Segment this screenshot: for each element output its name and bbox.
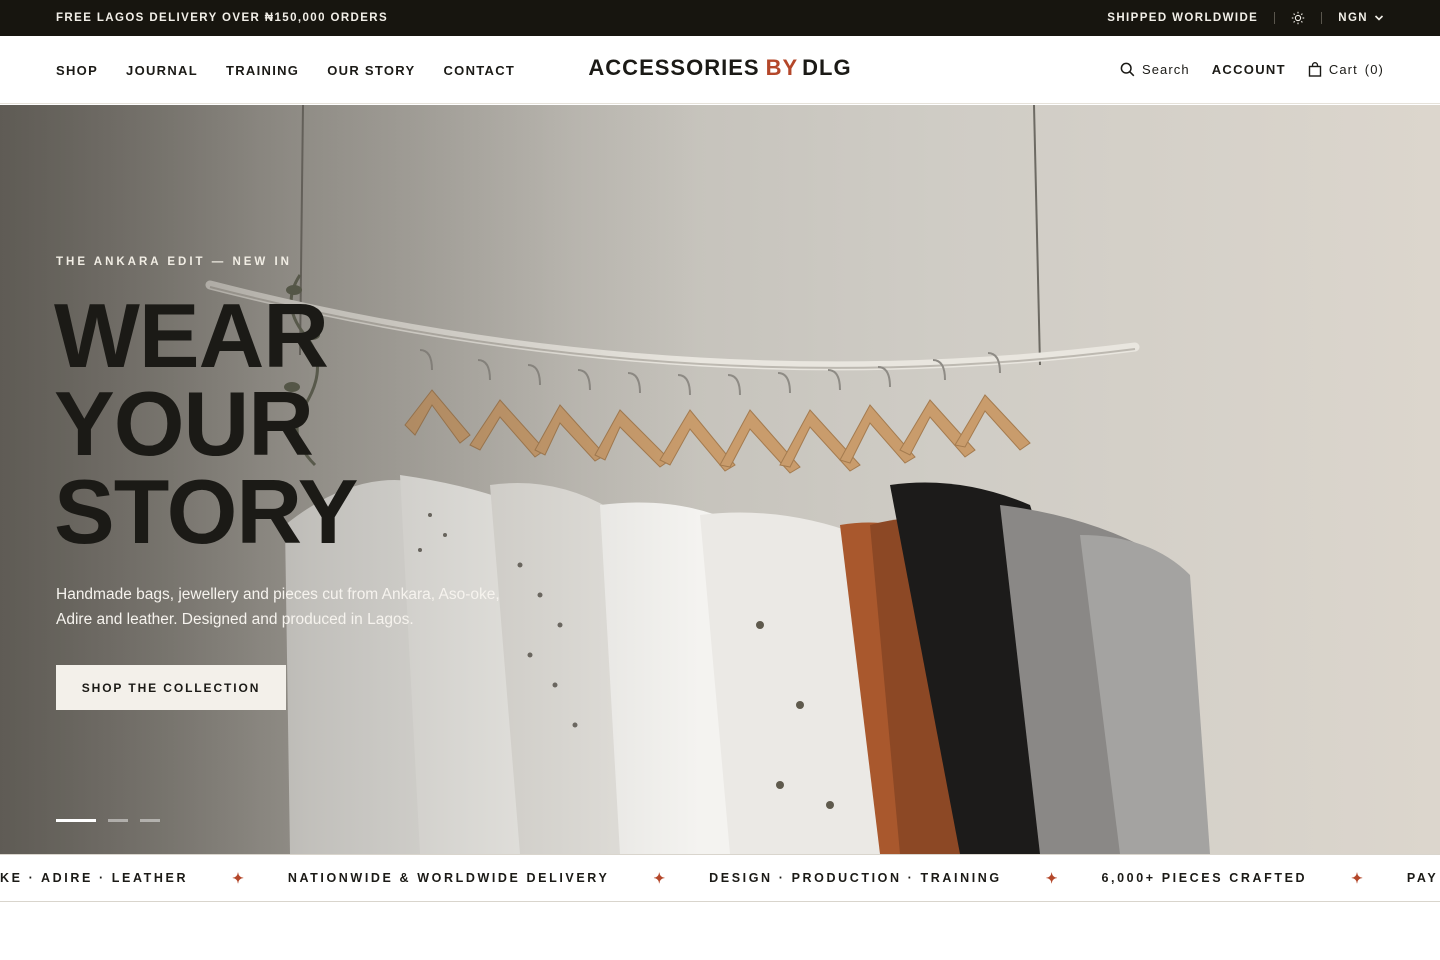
ticker-item: 6,000+ PIECES CRAFTED — [1101, 871, 1308, 885]
cart-label: Cart — [1328, 61, 1358, 77]
star-separator-icon: ✦ — [653, 869, 666, 886]
search-icon — [1120, 62, 1135, 76]
slider-dot-3[interactable] — [140, 819, 160, 822]
cart-button[interactable]: Cart (0) — [1308, 62, 1384, 77]
ticker-item: DESIGN · PRODUCTION · TRAINING — [709, 871, 1002, 885]
hero-subtitle: Handmade bags, jewellery and pieces cut … — [56, 586, 500, 628]
announcement-right: SHIPPED WORLDWIDE NGN — [1107, 11, 1384, 25]
slider-dot-1[interactable] — [56, 819, 96, 822]
currency-selector[interactable]: NGN — [1338, 12, 1384, 24]
nav-training[interactable]: TRAINING — [226, 63, 299, 78]
ticker-item: KE · ADIRE · LEATHER — [0, 871, 189, 885]
nav-shop[interactable]: SHOP — [56, 63, 98, 78]
announcement-bar: FREE LAGOS DELIVERY OVER ₦150,000 ORDERS… — [0, 0, 1440, 36]
logo-part-accessories: ACCESSORIES — [588, 55, 760, 80]
headline-line: WEAR — [54, 286, 329, 387]
hero-banner: THE ANKARA EDIT — NEW IN WEAR YOUR STORY… — [0, 105, 1440, 854]
cart-count: (0) — [1364, 61, 1384, 77]
bag-icon — [1308, 61, 1322, 77]
search-button[interactable]: Search — [1120, 62, 1190, 77]
headline-line: STORY — [54, 462, 358, 563]
slider-dot-2[interactable] — [108, 819, 128, 822]
divider — [1274, 12, 1276, 24]
search-label: Search — [1141, 61, 1190, 77]
shipping-text: SHIPPED WORLDWIDE — [1107, 12, 1259, 24]
hero-eyebrow: THE ANKARA EDIT — NEW IN — [56, 256, 292, 268]
ticker-item: NATIONWIDE & WORLDWIDE DELIVERY — [287, 871, 610, 885]
site-header: SHOP JOURNAL TRAINING OUR STORY CONTACT … — [0, 36, 1440, 104]
logo-part-by: BY — [765, 55, 799, 80]
headline-line: YOUR — [54, 374, 314, 475]
divider — [1321, 12, 1323, 24]
currency-label: NGN — [1338, 12, 1368, 24]
ticker-item: PAY IN YOUR CURRENC — [1406, 871, 1440, 885]
logo-part-dlg: DLG — [802, 55, 852, 80]
sun-icon[interactable] — [1291, 11, 1305, 25]
ticker-track: KE · ADIRE · LEATHER ✦ NATIONWIDE & WORLDW… — [0, 855, 1440, 901]
nav-contact[interactable]: CONTACT — [443, 63, 515, 78]
star-separator-icon: ✦ — [232, 869, 244, 886]
main-nav: SHOP JOURNAL TRAINING OUR STORY CONTACT — [56, 36, 515, 104]
header-tools: Search ACCOUNT Cart (0) — [1120, 36, 1384, 102]
account-link[interactable]: ACCOUNT — [1212, 62, 1286, 77]
chevron-down-icon — [1374, 15, 1384, 21]
nav-journal[interactable]: JOURNAL — [126, 63, 198, 78]
star-separator-icon: ✦ — [1045, 869, 1058, 886]
star-separator-icon: ✦ — [1351, 869, 1363, 886]
slider-pagination — [56, 819, 160, 822]
shop-collection-button[interactable]: SHOP THE COLLECTION — [56, 665, 286, 710]
hero-headline: WEAR YOUR STORY — [54, 286, 654, 563]
free-delivery-text: FREE LAGOS DELIVERY OVER ₦150,000 ORDERS — [56, 12, 389, 24]
marquee-ticker: KE · ADIRE · LEATHER ✦ NATIONWIDE & WORLDW… — [0, 854, 1440, 902]
nav-our-story[interactable]: OUR STORY — [327, 63, 415, 78]
